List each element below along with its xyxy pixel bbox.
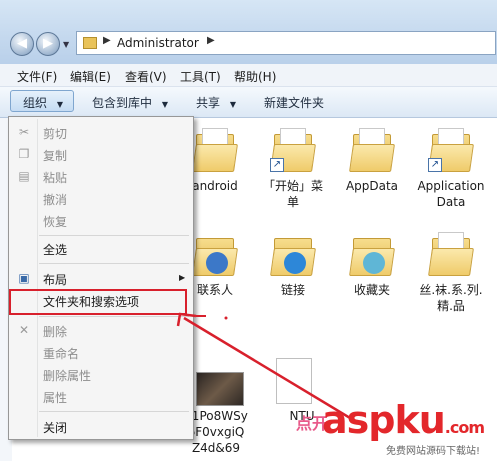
organize-label: 组织 — [23, 96, 48, 110]
folder-shortcut-icon: ↗ — [270, 128, 316, 174]
include-library-button[interactable]: 包含到库中 ▼ — [92, 94, 168, 111]
watermark-logo-suffix: .com — [444, 418, 485, 437]
layout-icon: ▣ — [18, 271, 30, 285]
menu-item-properties[interactable]: 属性 — [43, 389, 67, 406]
contacts-folder-icon — [192, 232, 238, 278]
file-item[interactable]: ↗ 「开始」菜单 — [258, 128, 328, 210]
copy-icon: ❐ — [18, 147, 30, 161]
menu-item-close[interactable]: 关闭 — [43, 419, 67, 436]
delete-x-icon: ✕ — [18, 323, 30, 337]
menu-separator — [39, 411, 189, 412]
file-item[interactable]: 链接 — [258, 232, 328, 298]
file-label: 收藏夹 — [353, 283, 390, 297]
menu-gutter — [37, 119, 38, 437]
menu-item-cut[interactable]: 剪切 — [43, 125, 67, 142]
watermark-subtitle: 免费网站源码下载站! — [386, 446, 481, 457]
file-item[interactable]: ↗ Application Data — [416, 128, 486, 210]
menu-edit[interactable]: 编辑(E) — [70, 68, 111, 85]
breadcrumb-chevron-icon[interactable]: ▶ — [103, 35, 111, 46]
menu-tools[interactable]: 工具(T) — [180, 68, 221, 85]
paste-icon: ▤ — [18, 169, 30, 183]
file-label: 「开始」菜单 — [262, 179, 323, 209]
links-folder-icon — [270, 232, 316, 278]
file-item[interactable]: AppData — [337, 128, 407, 194]
file-label: Application Data — [417, 179, 485, 209]
window-titlebar: ◀ ▶ ▼ ▶ Administrator ▶ — [0, 0, 497, 64]
new-folder-button[interactable]: 新建文件夹 — [264, 94, 324, 111]
share-label: 共享 — [196, 96, 221, 110]
command-bar: 组织 ▼ 包含到库中 ▼ 共享 ▼ 新建文件夹 — [0, 87, 497, 118]
organize-dropdown-menu: ✂ 剪切 ❐ 复制 ▤ 粘贴 撤消 恢复 全选 ▣ 布局 ▶ 文件夹和搜索选项 … — [8, 116, 194, 440]
menu-item-select-all[interactable]: 全选 — [43, 241, 67, 258]
file-label: AppData — [345, 179, 399, 193]
folder-icon — [192, 128, 238, 174]
forward-arrow-icon[interactable]: ▶ — [36, 32, 60, 56]
back-arrow-icon[interactable]: ◀ — [10, 32, 34, 56]
menu-separator — [39, 235, 189, 236]
submenu-arrow-icon: ▶ — [179, 273, 186, 282]
menu-item-copy[interactable]: 复制 — [43, 147, 67, 164]
address-bar[interactable]: ▶ Administrator ▶ — [76, 31, 496, 55]
menu-item-undo[interactable]: 撤消 — [43, 191, 67, 208]
file-icon[interactable] — [276, 358, 312, 404]
menu-item-redo[interactable]: 恢复 — [43, 213, 67, 230]
file-label: 链接 — [280, 283, 305, 297]
favorites-folder-icon — [349, 232, 395, 278]
highlight-box — [9, 289, 187, 315]
address-path[interactable]: Administrator — [117, 36, 199, 50]
folder-icon — [349, 128, 395, 174]
menu-item-delete[interactable]: 删除 — [43, 323, 67, 340]
menu-help[interactable]: 帮助(H) — [234, 68, 276, 85]
menu-item-rename[interactable]: 重命名 — [43, 345, 79, 362]
scissors-icon: ✂ — [18, 125, 30, 139]
chevron-down-icon: ▼ — [161, 100, 168, 109]
folder-icon — [428, 232, 474, 278]
menu-item-remove-properties[interactable]: 删除属性 — [43, 367, 91, 384]
recent-pages-chevron-icon[interactable]: ▼ — [63, 40, 69, 49]
folder-shortcut-icon: ↗ — [428, 128, 474, 174]
menu-item-paste[interactable]: 粘贴 — [43, 169, 67, 186]
watermark-logo-text: aspku — [322, 398, 446, 442]
menu-separator — [39, 316, 189, 317]
menu-file[interactable]: 文件(F) — [17, 68, 57, 85]
chevron-down-icon: ▼ — [229, 100, 236, 109]
include-library-label: 包含到库中 — [92, 96, 153, 110]
menu-item-layout[interactable]: 布局 — [43, 271, 67, 288]
chevron-down-icon: ▼ — [56, 100, 63, 109]
share-button[interactable]: 共享 ▼ — [196, 94, 236, 111]
file-item[interactable]: 收藏夹 — [337, 232, 407, 298]
menu-separator — [39, 263, 189, 264]
file-item[interactable]: 丝.袜.系.列.精.品 — [416, 232, 486, 314]
menu-view[interactable]: 查看(V) — [125, 68, 167, 85]
image-thumbnail[interactable] — [196, 372, 244, 406]
watermark-logo: aspku.com — [322, 398, 485, 442]
menu-bar: 文件(F) 编辑(E) 查看(V) 工具(T) 帮助(H) — [0, 64, 497, 87]
folder-icon — [83, 37, 97, 49]
organize-button[interactable]: 组织 ▼ — [10, 90, 74, 112]
file-label: 丝.袜.系.列.精.品 — [419, 283, 483, 313]
breadcrumb-chevron-icon[interactable]: ▶ — [207, 35, 215, 46]
